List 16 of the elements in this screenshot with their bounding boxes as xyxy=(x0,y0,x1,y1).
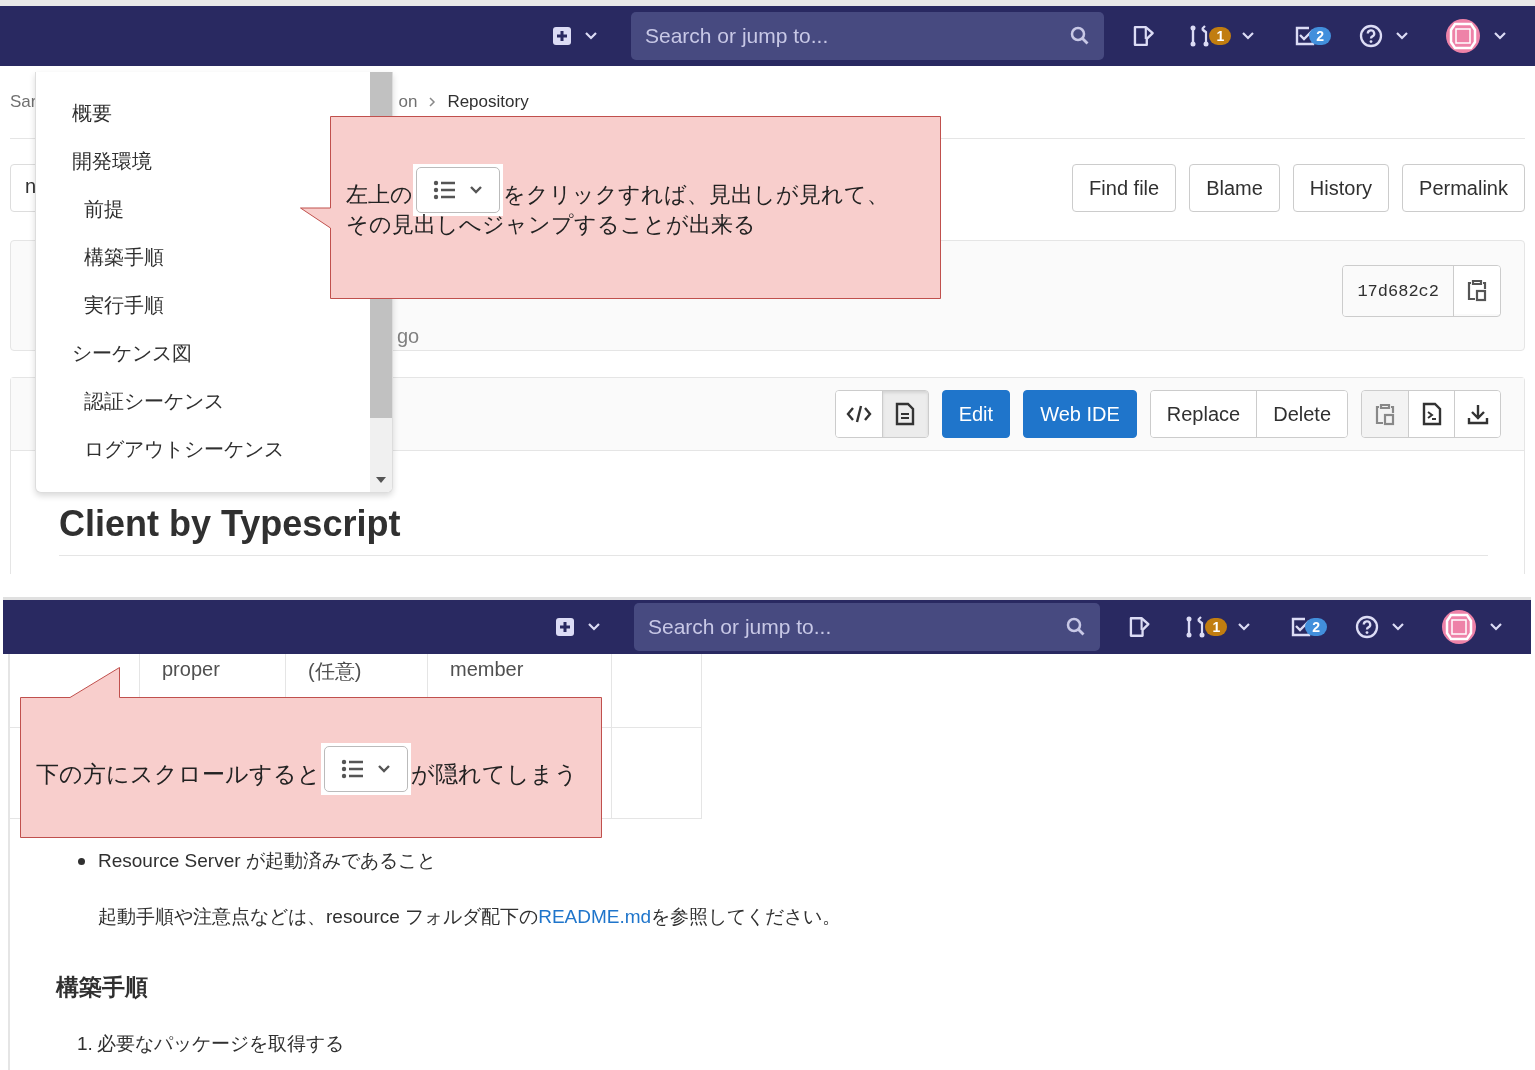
step-text: 必要なパッケージを取得する xyxy=(96,1032,344,1056)
note-text: 起動手順や注意点などは、resource フォルダ配下のREADME.mdを参照してください。 xyxy=(98,905,843,929)
document-heading: Client by Typescript xyxy=(59,503,1488,556)
section-heading: 構築手順 xyxy=(56,973,149,1002)
step-number: 1. xyxy=(77,1032,93,1056)
list-item-text: Resource Server が起動済みであること xyxy=(98,849,436,873)
callout-text: 左上の xyxy=(346,181,413,209)
commit-time: go xyxy=(397,325,420,348)
count-badge: 1 xyxy=(1205,618,1228,636)
count-badge: 2 xyxy=(1305,618,1327,636)
callout-text: 下の方にスクロールすると xyxy=(36,760,321,789)
count-badge: 2 xyxy=(1309,27,1331,45)
callout-text: その見出しへジャンプすることが出来る xyxy=(346,212,756,237)
count-badge: 1 xyxy=(1209,27,1232,45)
callout-text: が隠れてしまう xyxy=(411,760,578,789)
callout-text: をクリックすれば、見出しが見れて、 xyxy=(503,181,889,209)
